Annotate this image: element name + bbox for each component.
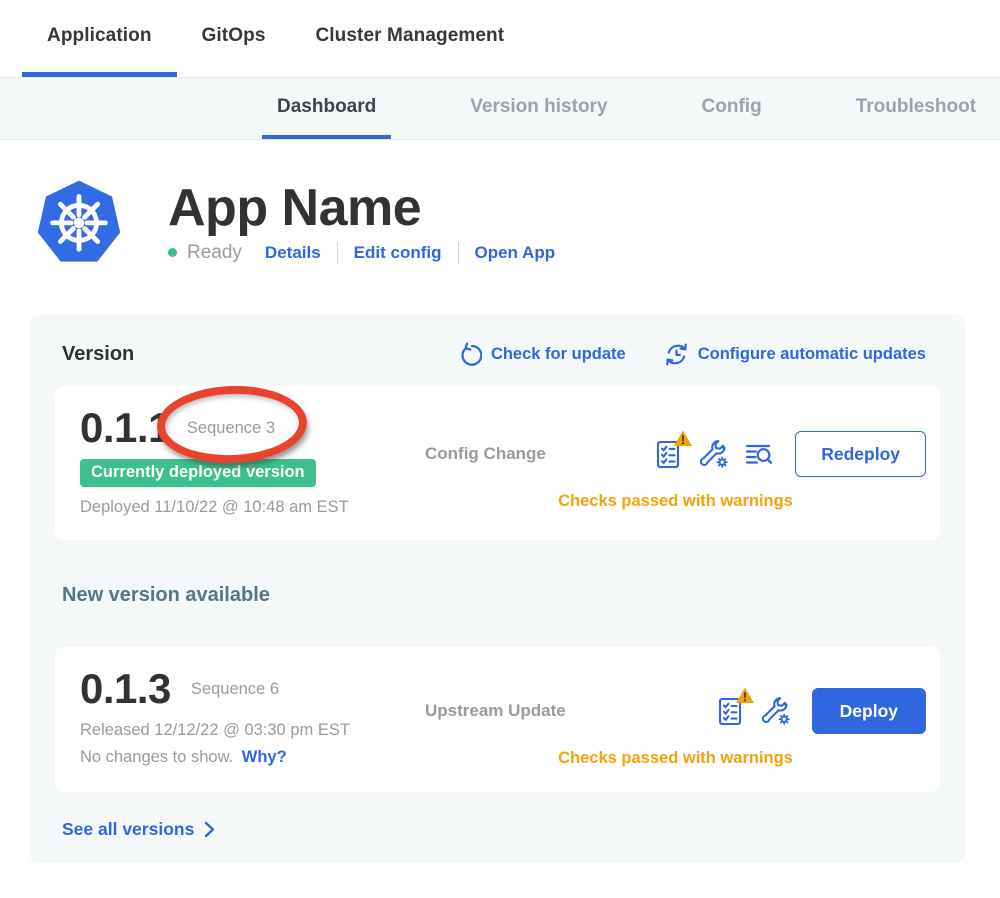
current-version-sequence: Sequence 3	[187, 419, 275, 438]
new-version-heading: New version available	[62, 584, 940, 607]
tab-version-history[interactable]: Version history	[455, 78, 622, 139]
version-panel: Version Check for update Configure autom…	[30, 315, 965, 863]
primary-nav: Application GitOps Cluster Management	[0, 0, 1000, 77]
status-ready-dot-icon	[168, 248, 177, 257]
available-version-number: 0.1.3	[80, 667, 171, 711]
status-text: Ready	[187, 242, 242, 264]
deployed-timestamp: Deployed 11/10/22 @ 10:48 am EST	[80, 498, 425, 517]
kubernetes-logo-icon	[35, 177, 123, 267]
nav-item-gitops[interactable]: GitOps	[177, 0, 291, 77]
configure-automatic-updates-link[interactable]: Configure automatic updates	[664, 342, 926, 367]
see-all-versions-link[interactable]: See all versions	[62, 819, 215, 840]
secondary-nav: Dashboard Version history Config Trouble…	[0, 77, 1000, 140]
tab-config[interactable]: Config	[687, 78, 777, 139]
edit-config-icon[interactable]	[760, 695, 792, 727]
available-version-card: 0.1.3 Sequence 6 Released 12/12/22 @ 03:…	[55, 647, 940, 792]
nav-item-cluster-management[interactable]: Cluster Management	[290, 0, 529, 77]
current-version-card: 0.1.1 Sequence 3 Currently deployed vers…	[55, 386, 940, 540]
tab-troubleshoot[interactable]: Troubleshoot	[841, 78, 991, 139]
deploy-button[interactable]: Deploy	[812, 688, 926, 734]
page-title: App Name	[168, 181, 555, 235]
preflight-status-text: Checks passed with warnings	[425, 749, 926, 768]
preflight-checks-icon[interactable]	[715, 695, 747, 727]
available-version-sequence: Sequence 6	[191, 680, 279, 699]
current-version-number: 0.1.1	[80, 406, 171, 450]
chevron-right-icon	[204, 821, 215, 838]
refresh-icon	[457, 342, 482, 367]
warning-triangle-icon	[735, 686, 755, 704]
see-all-versions-label: See all versions	[62, 819, 194, 840]
app-header: App Name Ready Details Edit config Open …	[35, 177, 1000, 267]
warning-triangle-icon	[673, 429, 693, 447]
divider	[458, 242, 459, 264]
configure-automatic-updates-label: Configure automatic updates	[698, 345, 926, 364]
preflight-status-text: Checks passed with warnings	[425, 492, 926, 511]
check-for-update-label: Check for update	[491, 345, 626, 364]
version-source-label: Upstream Update	[425, 701, 566, 721]
edit-config-icon[interactable]	[698, 438, 730, 470]
edit-config-link[interactable]: Edit config	[354, 243, 442, 263]
tab-dashboard[interactable]: Dashboard	[262, 78, 391, 139]
nav-item-application[interactable]: Application	[22, 0, 177, 77]
released-timestamp: Released 12/12/22 @ 03:30 pm EST	[80, 721, 425, 740]
version-panel-title: Version	[62, 343, 134, 366]
view-files-icon[interactable]	[743, 438, 775, 470]
check-for-update-link[interactable]: Check for update	[457, 342, 626, 367]
no-changes-text: No changes to show.	[80, 748, 233, 766]
auto-update-icon	[664, 342, 689, 367]
version-source-label: Config Change	[425, 444, 546, 464]
currently-deployed-badge: Currently deployed version	[80, 459, 316, 487]
details-link[interactable]: Details	[265, 243, 321, 263]
redeploy-button[interactable]: Redeploy	[795, 431, 926, 477]
open-app-link[interactable]: Open App	[475, 243, 556, 263]
why-link[interactable]: Why?	[242, 748, 287, 766]
preflight-checks-icon[interactable]	[653, 438, 685, 470]
divider	[337, 242, 338, 264]
